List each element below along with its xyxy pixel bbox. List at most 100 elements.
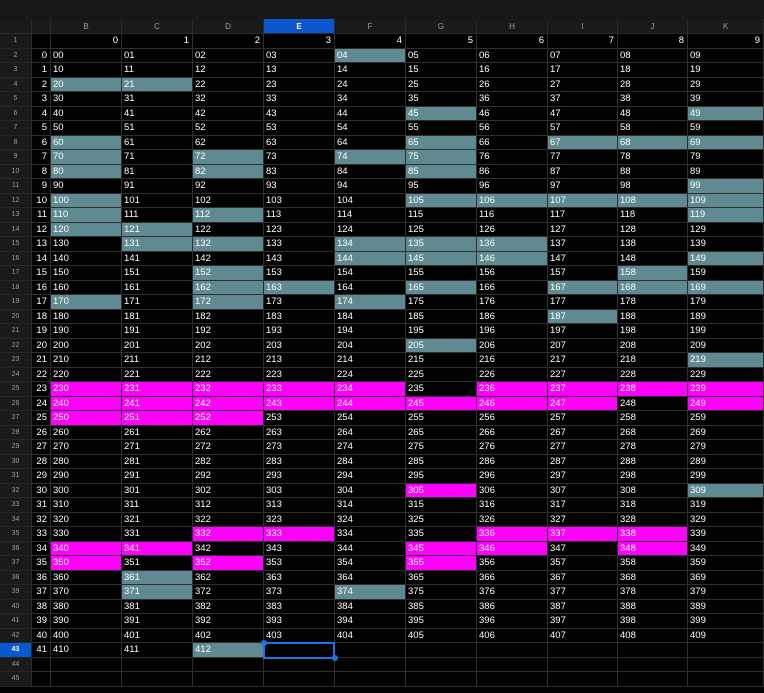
cell-g30[interactable]: 285 (406, 454, 477, 469)
cell-g18[interactable]: 165 (406, 280, 477, 295)
cell-b33[interactable]: 310 (51, 498, 122, 513)
cell-b21[interactable]: 190 (51, 324, 122, 339)
cell-h20[interactable]: 186 (477, 309, 548, 324)
cell-i43[interactable] (548, 643, 618, 658)
cell-a22[interactable]: 20 (32, 338, 51, 353)
cell-b20[interactable]: 180 (51, 309, 122, 324)
cell-k11[interactable]: 99 (688, 179, 764, 194)
cell-j40[interactable]: 388 (618, 599, 688, 614)
cell-d9[interactable]: 72 (193, 150, 264, 165)
cell-a23[interactable]: 21 (32, 353, 51, 368)
cell-c16[interactable]: 141 (122, 251, 193, 266)
row-header-4[interactable]: 4 (0, 77, 32, 92)
cell-d11[interactable]: 92 (193, 179, 264, 194)
column-header-j[interactable]: J (618, 19, 688, 34)
cell-h33[interactable]: 316 (477, 498, 548, 513)
cell-k44[interactable] (688, 657, 764, 672)
cell-g25[interactable]: 235 (406, 382, 477, 397)
cell-k15[interactable]: 139 (688, 237, 764, 252)
cell-d6[interactable]: 42 (193, 106, 264, 121)
cell-h41[interactable]: 396 (477, 614, 548, 629)
cell-e25[interactable]: 233 (264, 382, 335, 397)
cell-j27[interactable]: 258 (618, 411, 688, 426)
cell-a4[interactable]: 2 (32, 77, 51, 92)
cell-h34[interactable]: 326 (477, 512, 548, 527)
cell-a24[interactable]: 22 (32, 367, 51, 382)
cell-g12[interactable]: 105 (406, 193, 477, 208)
cell-g22[interactable]: 205 (406, 338, 477, 353)
cell-c21[interactable]: 191 (122, 324, 193, 339)
cell-d37[interactable]: 352 (193, 556, 264, 571)
cell-e38[interactable]: 363 (264, 570, 335, 585)
cell-d39[interactable]: 372 (193, 585, 264, 600)
cell-k34[interactable]: 329 (688, 512, 764, 527)
cell-i1[interactable]: 7 (548, 34, 618, 49)
cell-i44[interactable] (548, 657, 618, 672)
cell-f28[interactable]: 264 (335, 425, 406, 440)
row-header-1[interactable]: 1 (0, 34, 32, 49)
row-header-10[interactable]: 10 (0, 164, 32, 179)
row-header-42[interactable]: 42 (0, 628, 32, 643)
cell-e7[interactable]: 53 (264, 121, 335, 136)
cell-i40[interactable]: 387 (548, 599, 618, 614)
cell-k41[interactable]: 399 (688, 614, 764, 629)
cell-e12[interactable]: 103 (264, 193, 335, 208)
cell-a18[interactable]: 16 (32, 280, 51, 295)
cell-a15[interactable]: 13 (32, 237, 51, 252)
cell-h24[interactable]: 226 (477, 367, 548, 382)
cell-i33[interactable]: 317 (548, 498, 618, 513)
cell-j15[interactable]: 138 (618, 237, 688, 252)
cell-g4[interactable]: 25 (406, 77, 477, 92)
cell-e34[interactable]: 323 (264, 512, 335, 527)
cell-c44[interactable] (122, 657, 193, 672)
cell-i26[interactable]: 247 (548, 396, 618, 411)
cell-c39[interactable]: 371 (122, 585, 193, 600)
cell-a42[interactable]: 40 (32, 628, 51, 643)
cell-i7[interactable]: 57 (548, 121, 618, 136)
cell-d41[interactable]: 392 (193, 614, 264, 629)
cell-d10[interactable]: 82 (193, 164, 264, 179)
cell-e21[interactable]: 193 (264, 324, 335, 339)
cell-d16[interactable]: 142 (193, 251, 264, 266)
cell-j45[interactable] (618, 672, 688, 687)
cell-g40[interactable]: 385 (406, 599, 477, 614)
cell-c20[interactable]: 181 (122, 309, 193, 324)
row-header-23[interactable]: 23 (0, 353, 32, 368)
cell-d45[interactable] (193, 672, 264, 687)
cell-k28[interactable]: 269 (688, 425, 764, 440)
column-header-a[interactable] (32, 19, 51, 34)
cell-c32[interactable]: 301 (122, 483, 193, 498)
cell-e35[interactable]: 333 (264, 527, 335, 542)
cell-g37[interactable]: 355 (406, 556, 477, 571)
cell-c42[interactable]: 401 (122, 628, 193, 643)
cell-c31[interactable]: 291 (122, 469, 193, 484)
cell-b37[interactable]: 350 (51, 556, 122, 571)
row-header-37[interactable]: 37 (0, 556, 32, 571)
cell-k2[interactable]: 09 (688, 48, 764, 63)
row-header-3[interactable]: 3 (0, 63, 32, 78)
cell-e42[interactable]: 403 (264, 628, 335, 643)
cell-d17[interactable]: 152 (193, 266, 264, 281)
column-header-k[interactable]: K (688, 19, 764, 34)
cell-b10[interactable]: 80 (51, 164, 122, 179)
cell-a39[interactable]: 37 (32, 585, 51, 600)
cell-k1[interactable]: 9 (688, 34, 764, 49)
cell-i6[interactable]: 47 (548, 106, 618, 121)
cell-a44[interactable] (32, 657, 51, 672)
cell-h32[interactable]: 306 (477, 483, 548, 498)
cell-c2[interactable]: 01 (122, 48, 193, 63)
cell-a13[interactable]: 11 (32, 208, 51, 223)
cell-a5[interactable]: 3 (32, 92, 51, 107)
cell-e6[interactable]: 43 (264, 106, 335, 121)
cell-a16[interactable]: 14 (32, 251, 51, 266)
cell-h29[interactable]: 276 (477, 440, 548, 455)
cell-g31[interactable]: 295 (406, 469, 477, 484)
cell-k36[interactable]: 349 (688, 541, 764, 556)
cell-f25[interactable]: 234 (335, 382, 406, 397)
cell-f10[interactable]: 84 (335, 164, 406, 179)
cell-j9[interactable]: 78 (618, 150, 688, 165)
cell-d31[interactable]: 292 (193, 469, 264, 484)
row-header-15[interactable]: 15 (0, 237, 32, 252)
cell-b27[interactable]: 250 (51, 411, 122, 426)
cell-a12[interactable]: 10 (32, 193, 51, 208)
